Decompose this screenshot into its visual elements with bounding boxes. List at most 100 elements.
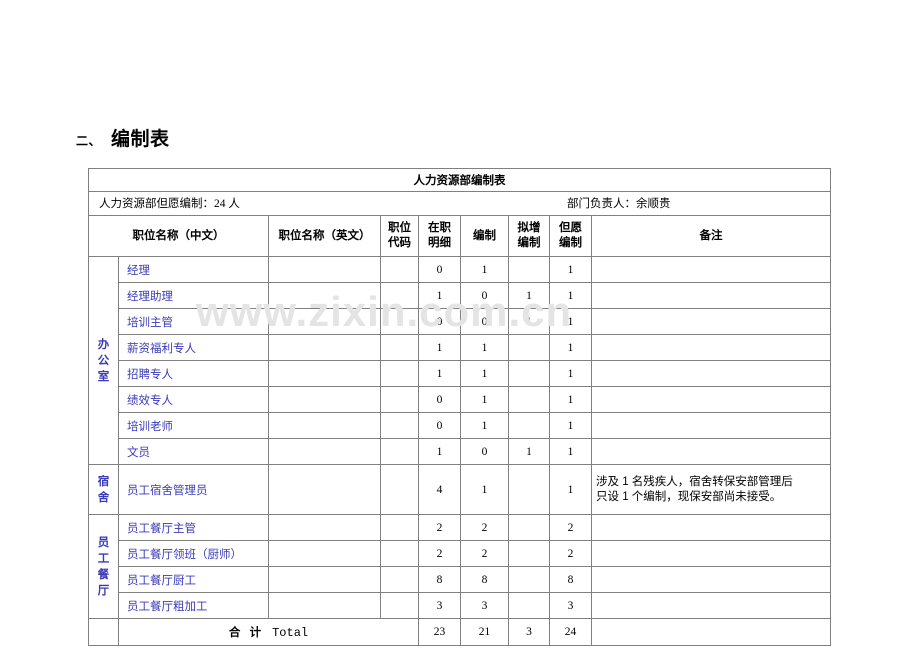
table-row: 员工餐厅员工餐厅主管 2 2 2 bbox=[88, 514, 832, 619]
cell-position-cn: 薪资福利专人 bbox=[118, 334, 269, 361]
cell-position-code bbox=[380, 412, 419, 439]
cell-planned-add bbox=[508, 386, 550, 413]
group-label-char: 舍 bbox=[97, 491, 110, 504]
cell-desired: 1 bbox=[549, 464, 592, 515]
cell-position-code bbox=[380, 438, 419, 465]
cell-on-duty: 1 bbox=[418, 438, 461, 465]
cell-on-duty: 1 bbox=[418, 334, 461, 361]
total-establishment: 21 bbox=[460, 618, 509, 646]
remarks-line-1: 涉及 1 名残疾人，宿舍转保安部管理后 bbox=[596, 475, 793, 488]
cell-position-en bbox=[268, 282, 381, 309]
cell-remarks bbox=[590, 412, 832, 439]
cell-planned-add bbox=[508, 334, 550, 361]
col-header-remarks: 备注 bbox=[590, 215, 832, 257]
cell-position-en bbox=[268, 592, 381, 619]
cell-position-en bbox=[268, 514, 381, 541]
cell-position-en bbox=[268, 386, 381, 413]
cell-position-code bbox=[380, 514, 419, 541]
section-title: 编制表 bbox=[111, 129, 170, 150]
table-title-row: 人力资源部编制表 bbox=[87, 168, 832, 192]
total-remarks bbox=[590, 618, 832, 646]
cell-remarks: 涉及 1 名残疾人，宿舍转保安部管理后 只设 1 个编制，现保安部尚未接受。 bbox=[590, 464, 832, 515]
cell-planned-add bbox=[508, 592, 550, 619]
cell-position-code bbox=[380, 256, 419, 283]
cell-position-cn: 招聘专人 bbox=[118, 360, 269, 387]
cell-position-cn: 员工餐厅领班（厨师） bbox=[118, 540, 269, 567]
cell-establishment: 1 bbox=[460, 464, 509, 515]
remarks-line-2: 只设 1 个编制，现保安部尚未接受。 bbox=[596, 490, 782, 503]
cell-planned-add bbox=[508, 566, 550, 593]
group-label-1: 宿舍 bbox=[88, 464, 119, 515]
cell-remarks bbox=[590, 282, 832, 309]
total-label-en: Total bbox=[272, 626, 309, 640]
group-label-0: 办公室 bbox=[88, 256, 119, 465]
cell-position-cn: 员工餐厅粗加工 bbox=[118, 592, 269, 619]
table-row: 员工餐厅领班（厨师） 2 2 2 bbox=[89, 540, 832, 567]
section-number: 二、 bbox=[76, 134, 102, 148]
table-subheader: 人力资源部但愿编制：24 人 部门负责人：余顺贵 bbox=[87, 191, 832, 216]
cell-position-en bbox=[268, 566, 381, 593]
cell-position-cn: 经理助理 bbox=[118, 282, 269, 309]
table-row: 培训主管 0 0 1 1 bbox=[89, 308, 832, 335]
cell-on-duty: 4 bbox=[418, 464, 461, 515]
cell-position-cn: 培训主管 bbox=[118, 308, 269, 335]
table-row: 文员 1 0 1 1 bbox=[89, 438, 832, 465]
cell-planned-add bbox=[508, 464, 550, 515]
table-header-row: 职位名称（中文） 职位名称（英文） 职位 代码 在职 明细 编制 拟增 编制 但愿 编制 备注 bbox=[88, 215, 832, 257]
cell-on-duty: 8 bbox=[418, 566, 461, 593]
group-label-char: 室 bbox=[97, 370, 110, 383]
cell-desired: 1 bbox=[549, 308, 592, 335]
cell-desired: 1 bbox=[549, 282, 592, 309]
cell-desired: 1 bbox=[549, 256, 592, 283]
cell-establishment: 2 bbox=[460, 514, 509, 541]
cell-position-code bbox=[380, 464, 419, 515]
cell-position-code bbox=[380, 386, 419, 413]
cell-planned-add bbox=[508, 256, 550, 283]
cell-remarks bbox=[590, 334, 832, 361]
cell-position-en bbox=[268, 438, 381, 465]
col-header-position-en: 职位名称（英文） bbox=[268, 215, 381, 257]
group-label-char: 员 bbox=[97, 536, 110, 549]
cell-remarks bbox=[590, 566, 832, 593]
cell-remarks bbox=[590, 308, 832, 335]
total-desired: 24 bbox=[549, 618, 592, 646]
cell-position-code bbox=[380, 566, 419, 593]
table-row: 绩效专人 0 1 1 bbox=[89, 386, 832, 413]
cell-planned-add: 1 bbox=[508, 282, 550, 309]
table-row: 薪资福利专人 1 1 1 bbox=[89, 334, 832, 361]
cell-desired: 1 bbox=[549, 438, 592, 465]
cell-position-code bbox=[380, 592, 419, 619]
cell-position-cn: 员工餐厅主管 bbox=[118, 514, 269, 541]
cell-desired: 2 bbox=[549, 540, 592, 567]
cell-on-duty: 3 bbox=[418, 592, 461, 619]
cell-planned-add bbox=[508, 360, 550, 387]
cell-desired: 2 bbox=[549, 514, 592, 541]
cell-on-duty: 1 bbox=[418, 360, 461, 387]
group-label-char: 工 bbox=[97, 552, 110, 565]
cell-position-code bbox=[380, 282, 419, 309]
cell-planned-add: 1 bbox=[508, 438, 550, 465]
col-header-position-code: 职位 代码 bbox=[380, 215, 419, 257]
cell-planned-add: 1 bbox=[508, 308, 550, 335]
cell-establishment: 1 bbox=[460, 386, 509, 413]
cell-desired: 8 bbox=[549, 566, 592, 593]
col-header-establishment: 编制 bbox=[460, 215, 509, 257]
cell-on-duty: 2 bbox=[418, 540, 461, 567]
cell-on-duty: 2 bbox=[418, 514, 461, 541]
table-subheader-row: 人力资源部但愿编制：24 人 部门负责人：余顺贵 bbox=[87, 191, 832, 216]
cell-desired: 3 bbox=[549, 592, 592, 619]
cell-position-code bbox=[380, 540, 419, 567]
total-label-cn: 合 计 bbox=[228, 627, 265, 639]
cell-desired: 1 bbox=[549, 360, 592, 387]
department-quota-text: 人力资源部但愿编制：24 人 bbox=[99, 198, 240, 210]
cell-position-en bbox=[268, 334, 381, 361]
cell-position-en bbox=[268, 256, 381, 283]
group-label-char: 办 bbox=[97, 338, 110, 351]
cell-desired: 1 bbox=[549, 334, 592, 361]
table-row: 招聘专人 1 1 1 bbox=[89, 360, 832, 387]
cell-position-en bbox=[268, 308, 381, 335]
cell-position-cn: 培训老师 bbox=[118, 412, 269, 439]
cell-establishment: 1 bbox=[460, 334, 509, 361]
cell-establishment: 1 bbox=[460, 256, 509, 283]
cell-remarks bbox=[590, 438, 832, 465]
